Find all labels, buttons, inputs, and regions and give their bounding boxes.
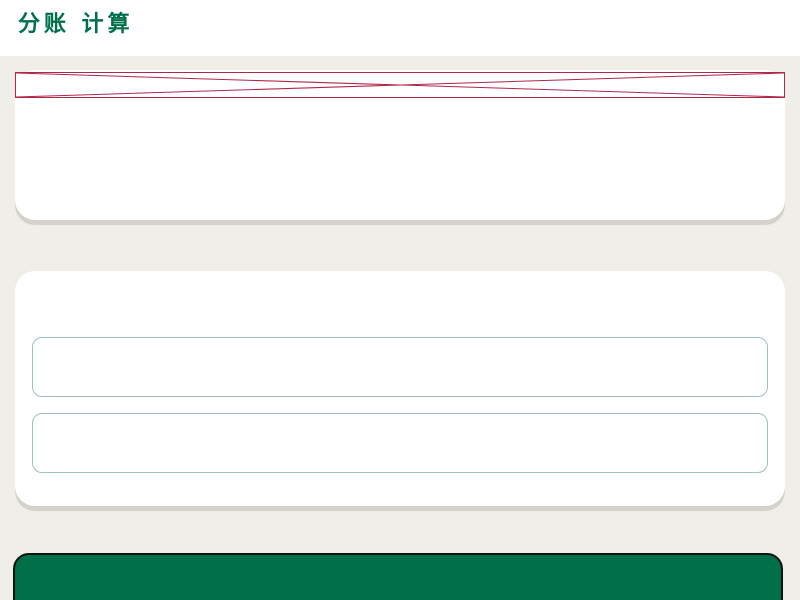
share-row[interactable] bbox=[32, 337, 768, 397]
warning-banner bbox=[15, 72, 785, 98]
primary-action-button[interactable] bbox=[13, 553, 783, 600]
share-row[interactable] bbox=[32, 413, 768, 473]
app-screen: 分账 计算 bbox=[0, 0, 800, 600]
banner-cross-decoration bbox=[16, 73, 784, 97]
split-card bbox=[15, 271, 785, 506]
app-title: 分账 计算 bbox=[18, 12, 134, 37]
summary-card bbox=[15, 70, 785, 220]
top-bar: 分账 计算 bbox=[0, 0, 800, 56]
